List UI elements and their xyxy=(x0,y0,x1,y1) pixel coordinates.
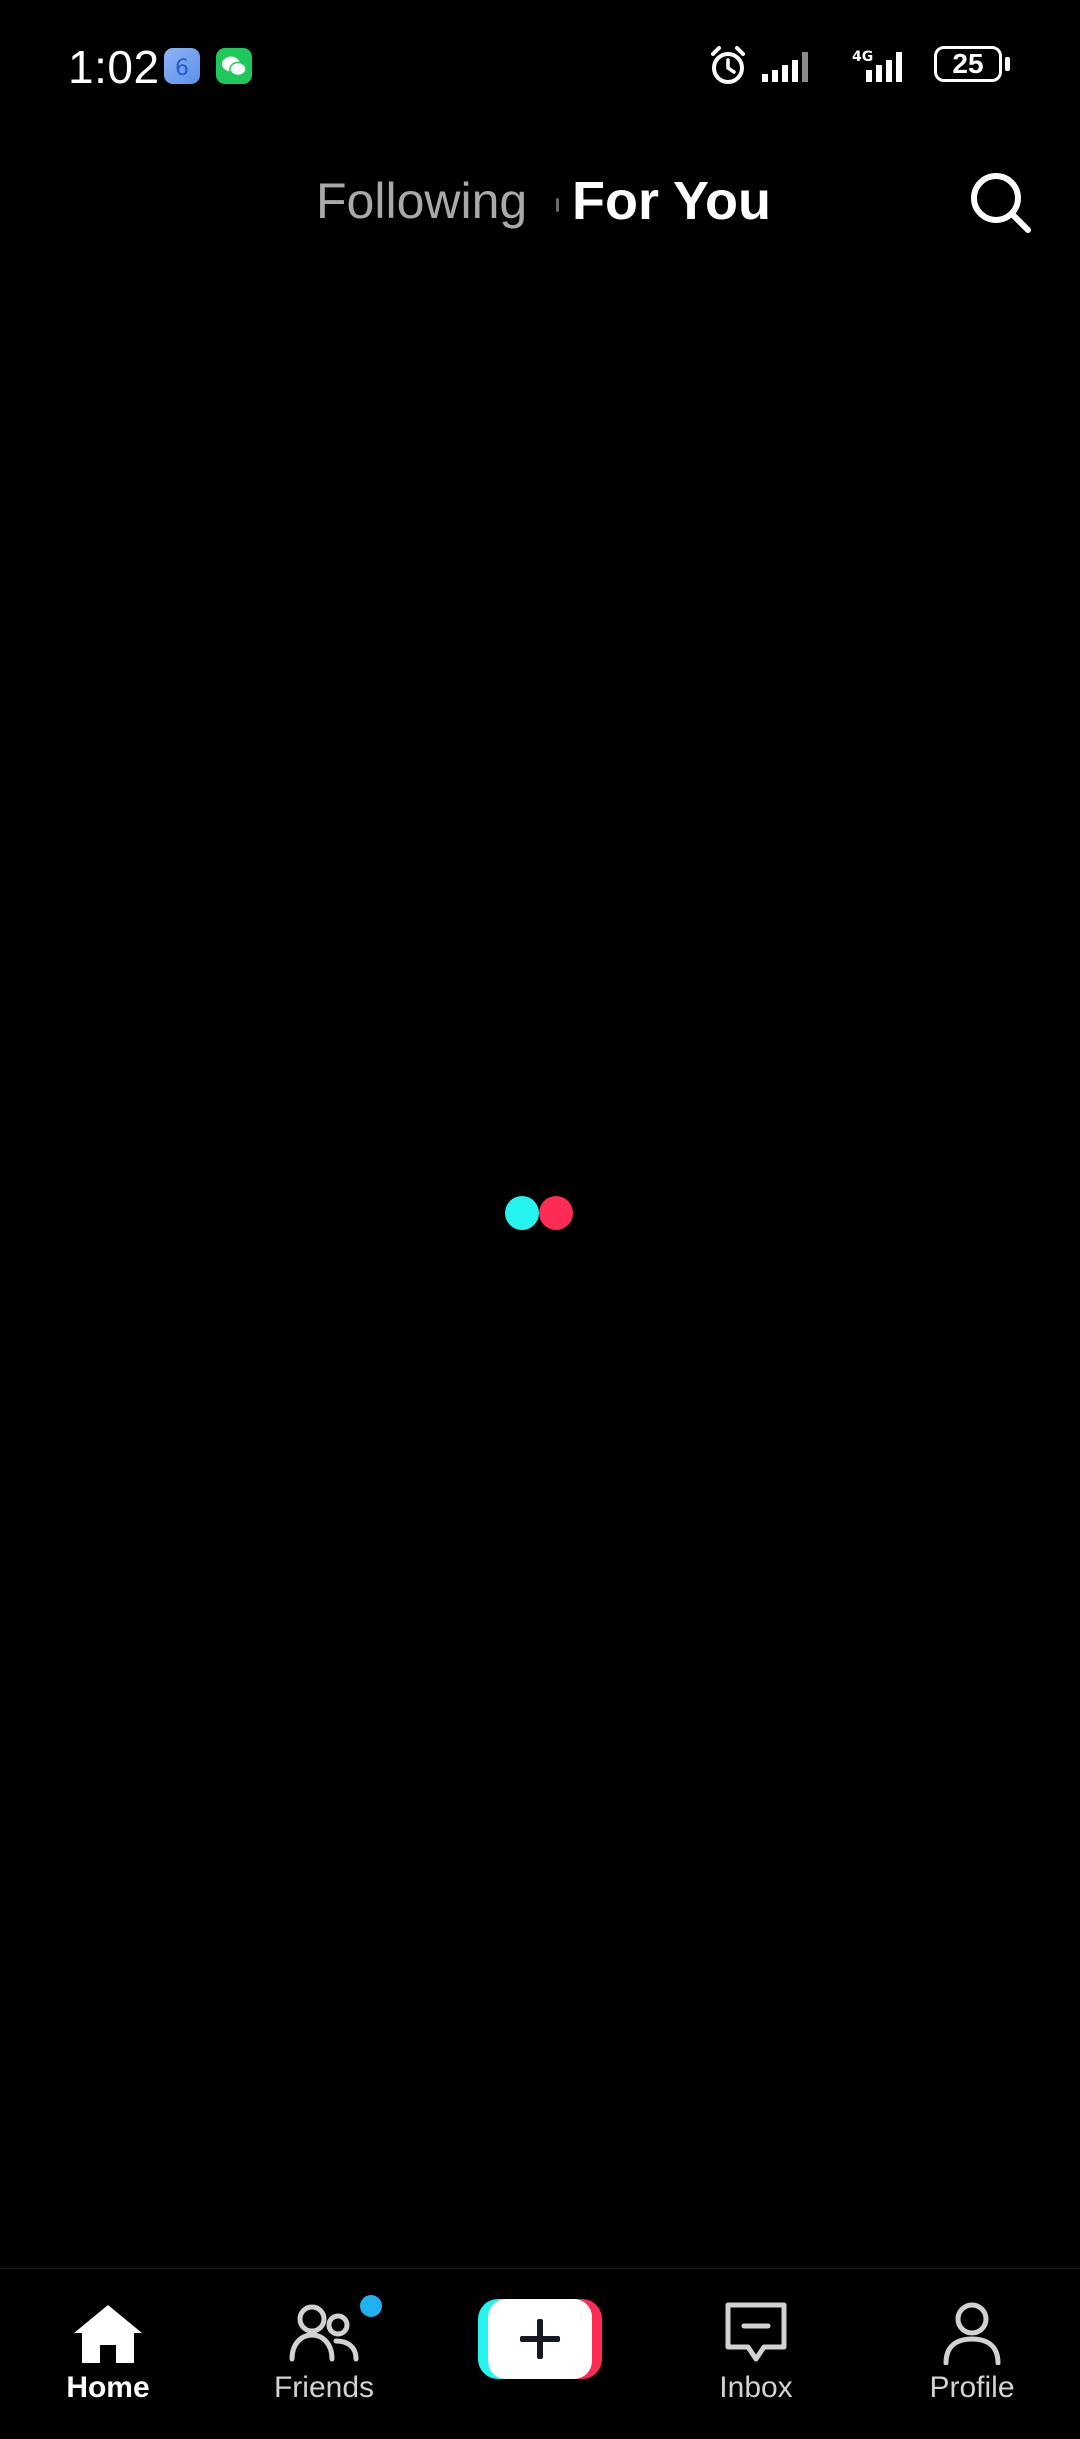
svg-text:6: 6 xyxy=(175,56,189,81)
nav-inbox[interactable]: Inbox xyxy=(648,2269,864,2439)
loading-dot-cyan xyxy=(505,1196,539,1230)
battery-tip xyxy=(1005,57,1010,71)
bottom-nav: Home Friends Inbox Profile xyxy=(0,2268,1080,2439)
nav-friends-label: Friends xyxy=(273,2371,375,2404)
nav-friends[interactable]: Friends xyxy=(216,2269,432,2439)
tab-following[interactable]: Following xyxy=(316,172,527,230)
nav-profile-label: Profile xyxy=(929,2371,1015,2404)
svg-text:4G: 4G xyxy=(852,49,873,65)
status-indicators: 4G 25 xyxy=(610,44,1010,88)
status-bar: 1:02 6 4G 25 xyxy=(0,0,1080,130)
loading-dot-red xyxy=(539,1196,573,1230)
battery-icon: 25 xyxy=(934,46,1002,82)
tab-divider xyxy=(556,198,559,212)
status-time: 1:02 xyxy=(68,41,160,93)
home-icon xyxy=(72,2301,144,2365)
friends-icon xyxy=(288,2301,360,2365)
battery-level: 25 xyxy=(952,48,984,79)
wechat-icon xyxy=(216,48,252,84)
app-6-icon: 6 xyxy=(164,48,200,84)
top-nav: Following For You xyxy=(0,160,1080,250)
signal-4g-icon: 4G xyxy=(852,48,914,84)
signal-icon xyxy=(758,48,820,84)
alarm-icon xyxy=(708,44,748,88)
nav-home-label: Home xyxy=(66,2371,150,2404)
plus-icon xyxy=(518,2317,562,2361)
nav-inbox-label: Inbox xyxy=(719,2371,793,2404)
create-button[interactable] xyxy=(478,2299,602,2379)
profile-icon xyxy=(936,2301,1008,2366)
search-icon[interactable] xyxy=(966,168,1036,238)
friends-notification-badge xyxy=(360,2295,382,2317)
nav-home[interactable]: Home xyxy=(0,2269,216,2439)
nav-profile[interactable]: Profile xyxy=(864,2269,1080,2439)
inbox-icon xyxy=(720,2301,792,2365)
loading-indicator xyxy=(505,1196,575,1230)
tab-for-you[interactable]: For You xyxy=(572,170,771,232)
